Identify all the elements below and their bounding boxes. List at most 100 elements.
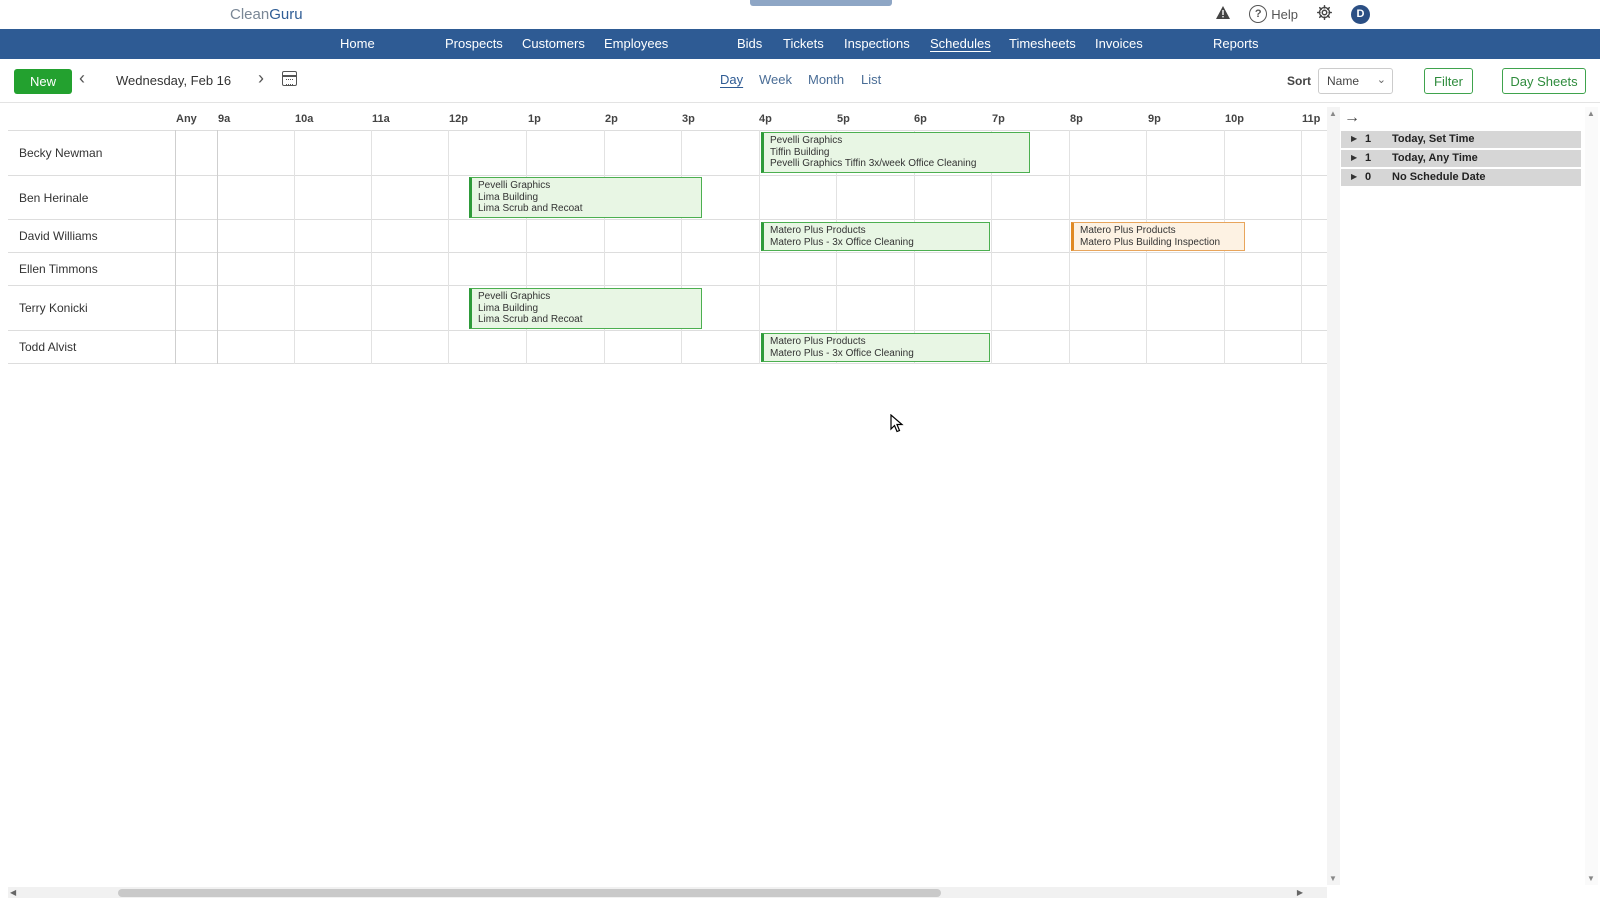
panel-vertical-scrollbar[interactable]: ▲ ▼ <box>1585 107 1598 885</box>
schedule-grid: Any 9a 10a 11a 12p 1p 2p 3p 4p 5p 6p 7p … <box>8 107 1327 877</box>
inspection-event[interactable]: Matero Plus Products Matero Plus Buildin… <box>1071 222 1245 251</box>
group-no-schedule-date[interactable]: ▶ 0 No Schedule Date <box>1341 169 1581 186</box>
grid-line <box>448 130 449 364</box>
caret-right-icon: ▶ <box>1351 172 1358 181</box>
schedule-event[interactable]: Matero Plus Products Matero Plus - 3x Of… <box>761 333 990 362</box>
view-list[interactable]: List <box>861 72 881 87</box>
event-customer: Pevelli Graphics <box>478 291 551 302</box>
schedule-event[interactable]: Pevelli Graphics Lima Building Lima Scru… <box>469 288 702 329</box>
group-label: No Schedule Date <box>1392 171 1486 183</box>
nav-bids[interactable]: Bids <box>737 36 762 51</box>
nav-schedules[interactable]: Schedules <box>930 36 991 51</box>
hour-label: 2p <box>605 113 618 125</box>
nav-timesheets[interactable]: Timesheets <box>1009 36 1076 51</box>
next-day-icon[interactable]: › <box>258 68 264 89</box>
sort-select[interactable]: Name ⌄ <box>1318 68 1393 94</box>
hour-label: 10p <box>1225 113 1244 125</box>
scroll-thumb[interactable] <box>118 889 941 897</box>
grid-line <box>294 130 295 364</box>
sort-value: Name <box>1327 74 1360 88</box>
event-location: Lima Building <box>478 191 539 203</box>
top-drag-tab[interactable] <box>750 0 892 6</box>
caret-right-icon: ▶ <box>1351 134 1358 143</box>
event-customer: Pevelli Graphics <box>478 180 551 191</box>
group-label: Today, Set Time <box>1392 133 1475 145</box>
grid-line <box>759 130 760 364</box>
event-service: Matero Plus Building Inspection <box>1080 236 1221 248</box>
hour-label: 4p <box>759 113 772 125</box>
grid-vertical-scrollbar[interactable]: ▲ ▼ <box>1327 107 1340 885</box>
hour-label: 9p <box>1148 113 1161 125</box>
prev-day-icon[interactable]: ‹ <box>79 68 85 89</box>
hour-header: Any 9a 10a 11a 12p 1p 2p 3p 4p 5p 6p 7p … <box>8 107 1327 131</box>
nav-tickets[interactable]: Tickets <box>783 36 824 51</box>
top-icons: ? Help D <box>1215 4 1370 24</box>
warning-icon[interactable] <box>1215 5 1231 23</box>
employee-name: Ben Herinale <box>19 191 89 205</box>
nav-prospects[interactable]: Prospects <box>445 36 503 51</box>
employee-row[interactable]: Becky Newman <box>8 131 1327 176</box>
main-nav: Home Prospects Customers Employees Bids … <box>0 29 1600 59</box>
group-today-set-time[interactable]: ▶ 1 Today, Set Time <box>1341 131 1581 148</box>
grid-line <box>371 130 372 364</box>
nav-customers[interactable]: Customers <box>522 36 585 51</box>
view-month[interactable]: Month <box>808 72 844 87</box>
nav-home[interactable]: Home <box>340 36 375 51</box>
hour-label: 1p <box>528 113 541 125</box>
view-day[interactable]: Day <box>720 72 743 87</box>
event-customer: Matero Plus Products <box>1080 225 1176 236</box>
scroll-up-icon[interactable]: ▲ <box>1329 109 1337 118</box>
scroll-up-icon[interactable]: ▲ <box>1587 109 1595 118</box>
day-sheets-button[interactable]: Day Sheets <box>1502 68 1586 94</box>
top-bar: CleanGuru ? Help D <box>0 0 1600 29</box>
nav-employees[interactable]: Employees <box>604 36 668 51</box>
help-link[interactable]: ? Help <box>1249 5 1298 23</box>
event-service: Matero Plus - 3x Office Cleaning <box>770 347 914 359</box>
schedule-event[interactable]: Pevelli Graphics Lima Building Lima Scru… <box>469 177 702 218</box>
group-count: 0 <box>1365 171 1372 183</box>
hour-label: 7p <box>992 113 1005 125</box>
grid-line <box>1069 130 1070 364</box>
employee-name: Becky Newman <box>19 146 103 160</box>
schedule-event[interactable]: Matero Plus Products Matero Plus - 3x Of… <box>761 222 990 251</box>
hour-label: Any <box>176 113 197 125</box>
group-count: 1 <box>1365 133 1372 145</box>
hour-label: 12p <box>449 113 468 125</box>
gear-icon[interactable] <box>1316 4 1333 24</box>
schedule-toolbar: New ‹ Wednesday, Feb 16 › Day Week Month… <box>0 59 1600 103</box>
scroll-down-icon[interactable]: ▼ <box>1587 874 1595 883</box>
view-week[interactable]: Week <box>759 72 792 87</box>
nav-reports[interactable]: Reports <box>1213 36 1259 51</box>
nav-inspections[interactable]: Inspections <box>844 36 910 51</box>
grid-line <box>217 130 218 364</box>
scroll-right-icon[interactable]: ▶ <box>1297 888 1303 897</box>
scroll-down-icon[interactable]: ▼ <box>1329 874 1337 883</box>
hour-label: 11a <box>372 113 390 125</box>
group-count: 1 <box>1365 152 1372 164</box>
schedule-event[interactable]: Pevelli Graphics Tiffin Building Pevelli… <box>761 132 1030 173</box>
scroll-left-icon[interactable]: ◀ <box>10 888 16 897</box>
employee-row[interactable]: Todd Alvist <box>8 331 1327 364</box>
grid-line <box>1301 130 1302 364</box>
app-logo[interactable]: CleanGuru <box>230 6 303 23</box>
event-location: Lima Building <box>478 302 539 314</box>
grid-horizontal-scrollbar[interactable]: ◀ ▶ <box>8 887 1327 898</box>
calendar-icon[interactable] <box>282 71 297 86</box>
grid-line <box>175 130 176 364</box>
hour-label: 11p <box>1302 113 1321 125</box>
filter-button[interactable]: Filter <box>1424 68 1473 94</box>
avatar[interactable]: D <box>1351 4 1370 24</box>
group-label: Today, Any Time <box>1392 152 1478 164</box>
employee-rows: Becky Newman Ben Herinale David Williams… <box>8 130 1327 364</box>
chevron-down-icon: ⌄ <box>1376 74 1386 86</box>
new-button[interactable]: New <box>14 69 72 94</box>
employee-row[interactable]: Ellen Timmons <box>8 253 1327 286</box>
event-customer: Matero Plus Products <box>770 225 866 236</box>
group-today-any-time[interactable]: ▶ 1 Today, Any Time <box>1341 150 1581 167</box>
hour-label: 8p <box>1070 113 1083 125</box>
event-customer: Matero Plus Products <box>770 336 866 347</box>
nav-invoices[interactable]: Invoices <box>1095 36 1143 51</box>
mouse-cursor-icon <box>890 414 904 433</box>
event-service: Lima Scrub and Recoat <box>478 203 583 214</box>
arrow-right-icon[interactable]: → <box>1344 109 1360 127</box>
